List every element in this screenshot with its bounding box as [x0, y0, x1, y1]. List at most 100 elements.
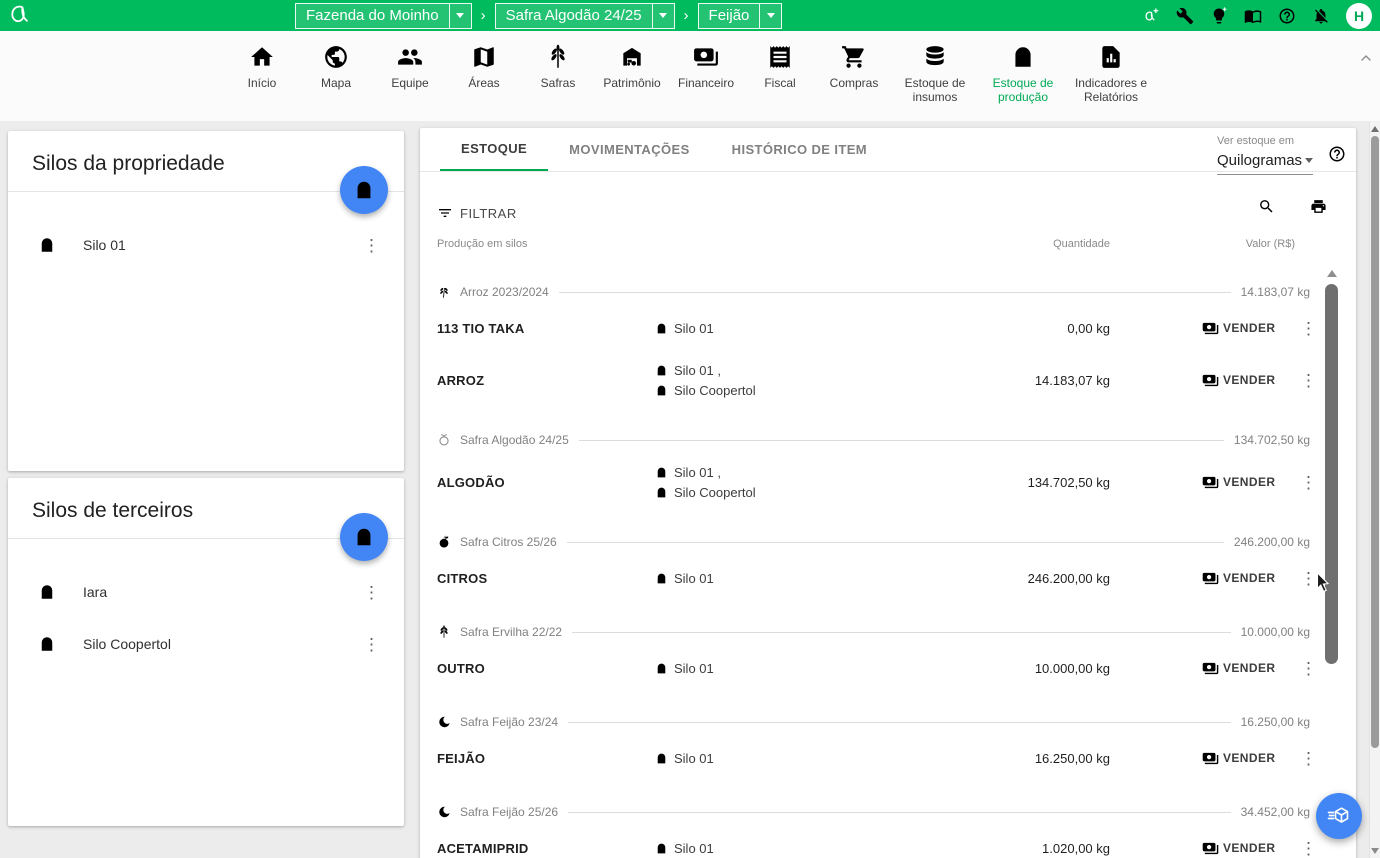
aegro-plus-icon[interactable]: [1142, 7, 1160, 25]
wrench-icon[interactable]: [1176, 7, 1194, 25]
silo-icon: [353, 179, 375, 201]
item-menu-button[interactable]: ⋮: [359, 235, 384, 256]
tab-movimentacoes[interactable]: MOVIMENTAÇÕES: [548, 128, 711, 171]
silo-icon: [655, 662, 668, 675]
search-icon[interactable]: [1258, 198, 1275, 215]
vender-button[interactable]: VENDER: [1202, 750, 1275, 767]
item-menu-button[interactable]: ⋮: [359, 634, 384, 655]
item-name: OUTRO: [437, 661, 655, 676]
chevron-down-icon[interactable]: [449, 4, 471, 28]
column-header-quantity: Quantidade: [895, 238, 1110, 250]
silo-icon: [1010, 44, 1036, 70]
crop-select-value: Feijão: [699, 4, 760, 28]
list-item[interactable]: Silo Coopertol ⋮: [8, 618, 404, 670]
group-total: 14.183,07 kg: [1241, 285, 1310, 299]
payments-icon: [1202, 840, 1219, 857]
vender-button[interactable]: VENDER: [1202, 660, 1275, 677]
scroll-up-arrow[interactable]: [1371, 126, 1379, 132]
filter-button[interactable]: FILTRAR: [437, 205, 517, 221]
unit-select-value: Quilogramas: [1217, 152, 1302, 169]
season-select-value: Safra Algodão 24/25: [496, 4, 652, 28]
nav-item-estoque-insumos[interactable]: Estoque de insumos: [891, 44, 979, 121]
row-menu-button[interactable]: ⋮: [1296, 370, 1325, 391]
ship-production-button[interactable]: [1316, 793, 1362, 839]
vender-button[interactable]: VENDER: [1202, 840, 1275, 857]
farm-select[interactable]: Fazenda do Moinho: [295, 3, 472, 29]
nav-item-inicio[interactable]: Início: [225, 44, 299, 121]
silo-list: Iara ⋮ Silo Coopertol ⋮: [8, 539, 404, 670]
item-quantity: 10.000,00 kg: [895, 661, 1110, 676]
notifications-off-icon[interactable]: [1312, 7, 1330, 25]
avatar[interactable]: H: [1346, 3, 1372, 29]
crop-select[interactable]: Feijão: [698, 3, 783, 29]
nav-item-financeiro[interactable]: Financeiro: [669, 44, 743, 121]
season-select[interactable]: Safra Algodão 24/25: [495, 3, 675, 29]
safra-group-header: Safra Feijão 23/24 16.250,00 kg: [437, 710, 1325, 734]
vender-button[interactable]: VENDER: [1202, 570, 1275, 587]
knowledge-book-icon[interactable]: [1244, 7, 1262, 25]
nav-item-compras[interactable]: Compras: [817, 44, 891, 121]
scrollbar-thumb[interactable]: [1371, 136, 1379, 748]
row-menu-button[interactable]: ⋮: [1296, 568, 1325, 589]
list-item[interactable]: Iara ⋮: [8, 566, 404, 618]
list-item[interactable]: Silo 01 ⋮: [8, 219, 404, 271]
row-menu-button[interactable]: ⋮: [1296, 472, 1325, 493]
add-silo-button[interactable]: [340, 513, 388, 561]
silo-icon: [353, 526, 375, 548]
row-menu-button[interactable]: ⋮: [1296, 658, 1325, 679]
group-total: 134.702,50 kg: [1234, 433, 1310, 447]
vender-button[interactable]: VENDER: [1202, 372, 1275, 389]
add-silo-button[interactable]: [340, 166, 388, 214]
list-scrollbar[interactable]: [1325, 268, 1338, 858]
item-name: ACETAMIPRID: [437, 841, 655, 856]
help-icon[interactable]: [1278, 7, 1296, 25]
group-total: 246.200,00 kg: [1234, 535, 1310, 549]
breadcrumb: Fazenda do Moinho › Safra Algodão 24/25 …: [295, 2, 782, 29]
item-menu-button[interactable]: ⋮: [359, 582, 384, 603]
nav-item-safras[interactable]: Safras: [521, 44, 595, 121]
nav-item-estoque-producao[interactable]: Estoque de produção: [979, 44, 1067, 121]
nav-item-equipe[interactable]: Equipe: [373, 44, 447, 121]
divider: [568, 812, 1231, 813]
group-total: 34.452,00 kg: [1241, 805, 1310, 819]
group-total: 10.000,00 kg: [1241, 625, 1310, 639]
unit-select[interactable]: Ver estoque em Quilogramas: [1217, 135, 1313, 175]
payments-icon: [1202, 570, 1219, 587]
divider: [579, 440, 1224, 441]
scroll-down-arrow[interactable]: [1371, 848, 1379, 854]
chevron-down-icon[interactable]: [652, 4, 674, 28]
row-menu-button[interactable]: ⋮: [1296, 748, 1325, 769]
nav-item-patrimonio[interactable]: Patrimônio: [595, 44, 669, 121]
scroll-up-arrow[interactable]: [1327, 270, 1337, 277]
tab-historico-de-item[interactable]: HISTÓRICO DE ITEM: [711, 128, 888, 171]
page-scrollbar[interactable]: [1369, 121, 1380, 858]
collapse-nav-icon[interactable]: [1358, 50, 1374, 66]
nav-item-mapa[interactable]: Mapa: [299, 44, 373, 121]
app-header: Fazenda do Moinho › Safra Algodão 24/25 …: [0, 0, 1380, 31]
lightbulb-new-icon[interactable]: [1210, 7, 1228, 25]
citrus-icon: [437, 535, 451, 549]
header-actions: H: [1142, 0, 1372, 31]
barn-tractor-icon: [619, 44, 645, 70]
row-menu-button[interactable]: ⋮: [1296, 318, 1325, 339]
nav-item-fiscal[interactable]: Fiscal: [743, 44, 817, 121]
vender-button[interactable]: VENDER: [1202, 474, 1275, 491]
chevron-down-icon[interactable]: [759, 4, 781, 28]
item-quantity: 246.200,00 kg: [895, 571, 1110, 586]
print-icon[interactable]: [1310, 198, 1327, 215]
nav-item-areas[interactable]: Áreas: [447, 44, 521, 121]
nav-item-indicadores[interactable]: Indicadores e Relatórios: [1067, 44, 1155, 121]
scrollbar-thumb[interactable]: [1325, 284, 1338, 664]
tab-estoque[interactable]: ESTOQUE: [440, 128, 548, 171]
people-icon: [397, 44, 423, 70]
payments-icon: [693, 44, 719, 70]
row-menu-button[interactable]: ⋮: [1296, 838, 1325, 858]
main-nav: Início Mapa Equipe Áreas Safras Patrimôn…: [0, 31, 1380, 121]
help-icon[interactable]: [1328, 145, 1346, 163]
vender-button[interactable]: VENDER: [1202, 320, 1275, 337]
payments-icon: [1202, 320, 1219, 337]
divider: [568, 722, 1231, 723]
report-chart-icon: [1098, 44, 1124, 70]
table-row: FEIJÃO Silo 01 16.250,00 kg VENDER ⋮: [437, 736, 1325, 780]
aegro-logo-icon: [8, 3, 32, 27]
